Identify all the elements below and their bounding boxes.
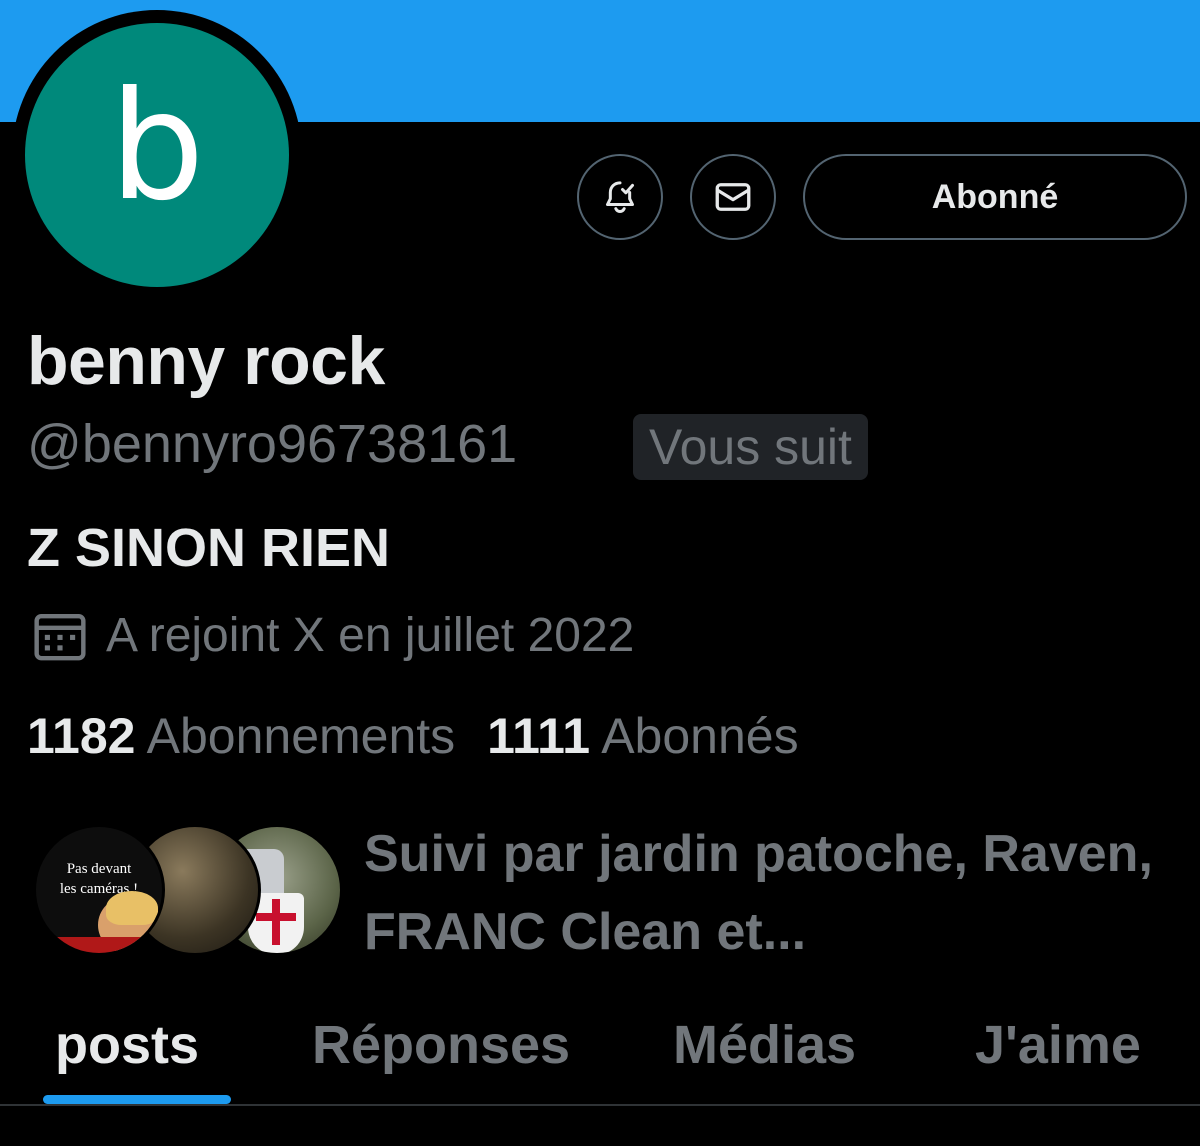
display-name: benny rock xyxy=(27,323,385,399)
followers-count: 1111 xyxy=(487,708,591,764)
tab-likes[interactable]: J'aime xyxy=(975,1014,1141,1076)
handle: @bennyro96738161 xyxy=(27,414,518,474)
follow-stats: 1182 Abonnements 1111 Abonnés xyxy=(27,707,799,765)
join-date: A rejoint X en juillet 2022 xyxy=(32,608,634,663)
envelope-icon xyxy=(715,183,751,211)
following-link[interactable]: 1182 Abonnements xyxy=(27,708,469,764)
follows-you-badge: Vous suit xyxy=(633,414,868,480)
followers-link[interactable]: 1111 Abonnés xyxy=(487,708,799,764)
calendar-icon xyxy=(34,613,86,660)
active-tab-indicator xyxy=(43,1095,231,1104)
followed-by-text[interactable]: Suivi par jardin patoche, Raven, FRANC C… xyxy=(364,815,1184,971)
message-button[interactable] xyxy=(690,154,776,240)
profile-tabs: posts Réponses Médias J'aime xyxy=(0,1000,1200,1104)
join-date-text: A rejoint X en juillet 2022 xyxy=(106,609,635,662)
following-button[interactable]: Abonné xyxy=(803,154,1187,240)
bio: Z SINON RIEN xyxy=(27,518,391,578)
follower-avatar-1: Pas devant les caméras ! xyxy=(33,824,165,956)
avatar-caption-line1: Pas devant xyxy=(66,861,132,877)
tab-media[interactable]: Médias xyxy=(673,1014,856,1076)
following-label: Abonnements xyxy=(146,708,456,764)
avatar-letter: b xyxy=(109,60,205,234)
avatar[interactable]: b xyxy=(25,23,289,287)
followers-label: Abonnés xyxy=(601,708,799,764)
tab-replies[interactable]: Réponses xyxy=(312,1014,570,1076)
bell-check-icon xyxy=(606,181,634,213)
notifications-button[interactable] xyxy=(577,154,663,240)
following-count: 1182 xyxy=(27,708,136,764)
tab-posts[interactable]: posts xyxy=(55,1014,199,1076)
followed-by-avatars[interactable]: Pas devant les caméras ! xyxy=(33,824,343,960)
tabs-divider xyxy=(0,1104,1200,1106)
